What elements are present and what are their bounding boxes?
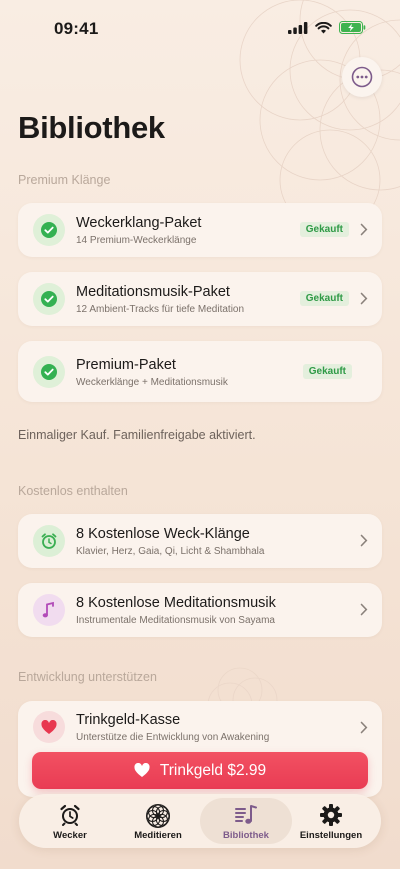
heart-icon xyxy=(33,711,65,743)
gear-icon xyxy=(285,803,377,827)
music-note-icon xyxy=(33,594,65,626)
purchased-badge: Gekauft xyxy=(299,291,349,306)
status-icons xyxy=(288,21,366,34)
tab-label: Bibliothek xyxy=(223,830,269,841)
premium-item-weckerklang[interactable]: Weckerklang-Paket 14 Premium-Weckerkläng… xyxy=(18,203,382,257)
item-title: Premium-Paket xyxy=(76,357,176,373)
heart-icon xyxy=(134,763,150,777)
item-subtitle: Unterstütze die Entwicklung von Awakenin… xyxy=(76,732,270,743)
tab-meditieren[interactable]: Meditieren xyxy=(115,798,201,844)
music-library-icon xyxy=(200,803,292,827)
premium-item-meditationsmusik[interactable]: Meditationsmusik-Paket 12 Ambient-Tracks… xyxy=(18,272,382,326)
checkmark-icon xyxy=(33,356,65,388)
premium-item-paket[interactable]: Premium-Paket Weckerklänge + Meditations… xyxy=(18,341,382,402)
checkmark-icon xyxy=(33,214,65,246)
tab-label: Meditieren xyxy=(134,830,182,841)
chevron-right-icon xyxy=(360,292,368,305)
chevron-right-icon xyxy=(360,603,368,616)
alarm-clock-icon xyxy=(33,525,65,557)
tab-bar: Wecker Meditieren Bibliothek Einstellung… xyxy=(19,794,381,848)
status-bar: 09:41 xyxy=(0,0,400,50)
battery-charging-icon xyxy=(339,21,366,34)
item-title: Trinkgeld-Kasse xyxy=(76,712,181,728)
tab-label: Einstellungen xyxy=(299,830,363,841)
item-subtitle: 14 Premium-Weckerklänge xyxy=(76,235,197,246)
purchased-badge: Gekauft xyxy=(302,364,352,379)
chevron-right-icon xyxy=(360,721,368,734)
item-subtitle: Instrumentale Meditationsmusik von Sayam… xyxy=(76,615,275,626)
checkmark-icon xyxy=(33,283,65,315)
purchased-badge: Gekauft xyxy=(299,222,349,237)
purchase-footnote: Einmaliger Kauf. Familienfreigabe aktivi… xyxy=(18,428,256,442)
tab-einstellungen[interactable]: Einstellungen xyxy=(285,798,377,844)
chevron-right-icon xyxy=(360,223,368,236)
free-item-weckklaenge[interactable]: 8 Kostenlose Weck-Klänge Klavier, Herz, … xyxy=(18,514,382,568)
more-options-button[interactable] xyxy=(342,57,382,97)
item-subtitle: Weckerklänge + Meditationsmusik xyxy=(76,377,228,388)
item-subtitle: 12 Ambient-Tracks für tiefe Meditation xyxy=(76,304,245,315)
tab-label: Wecker xyxy=(53,830,87,841)
tip-button-label: Trinkgeld $2.99 xyxy=(159,761,267,779)
section-label-free: Kostenlos enthalten xyxy=(18,484,128,498)
chevron-right-icon xyxy=(360,534,368,547)
item-title: 8 Kostenlose Meditationsmusik xyxy=(76,595,276,611)
item-title: Meditationsmusik-Paket xyxy=(76,284,230,300)
wifi-icon xyxy=(315,21,332,33)
free-item-meditationsmusik[interactable]: 8 Kostenlose Meditationsmusik Instrument… xyxy=(18,583,382,637)
tip-button[interactable]: Trinkgeld $2.99 xyxy=(32,752,368,789)
signal-icon xyxy=(288,21,308,34)
ellipsis-circle-icon xyxy=(351,66,373,88)
section-label-premium: Premium Klänge xyxy=(18,173,111,187)
item-subtitle: Klavier, Herz, Gaia, Qi, Licht & Shambha… xyxy=(76,546,265,557)
page-title: Bibliothek xyxy=(18,110,165,145)
tab-bibliothek[interactable]: Bibliothek xyxy=(200,798,292,844)
tab-wecker[interactable]: Wecker xyxy=(27,798,113,844)
alarm-clock-icon xyxy=(27,803,113,827)
status-time: 09:41 xyxy=(54,19,99,38)
section-label-support: Entwicklung unterstützen xyxy=(18,670,157,684)
item-title: 8 Kostenlose Weck-Klänge xyxy=(76,526,250,542)
item-title: Weckerklang-Paket xyxy=(76,215,202,231)
mandala-icon xyxy=(115,803,201,828)
